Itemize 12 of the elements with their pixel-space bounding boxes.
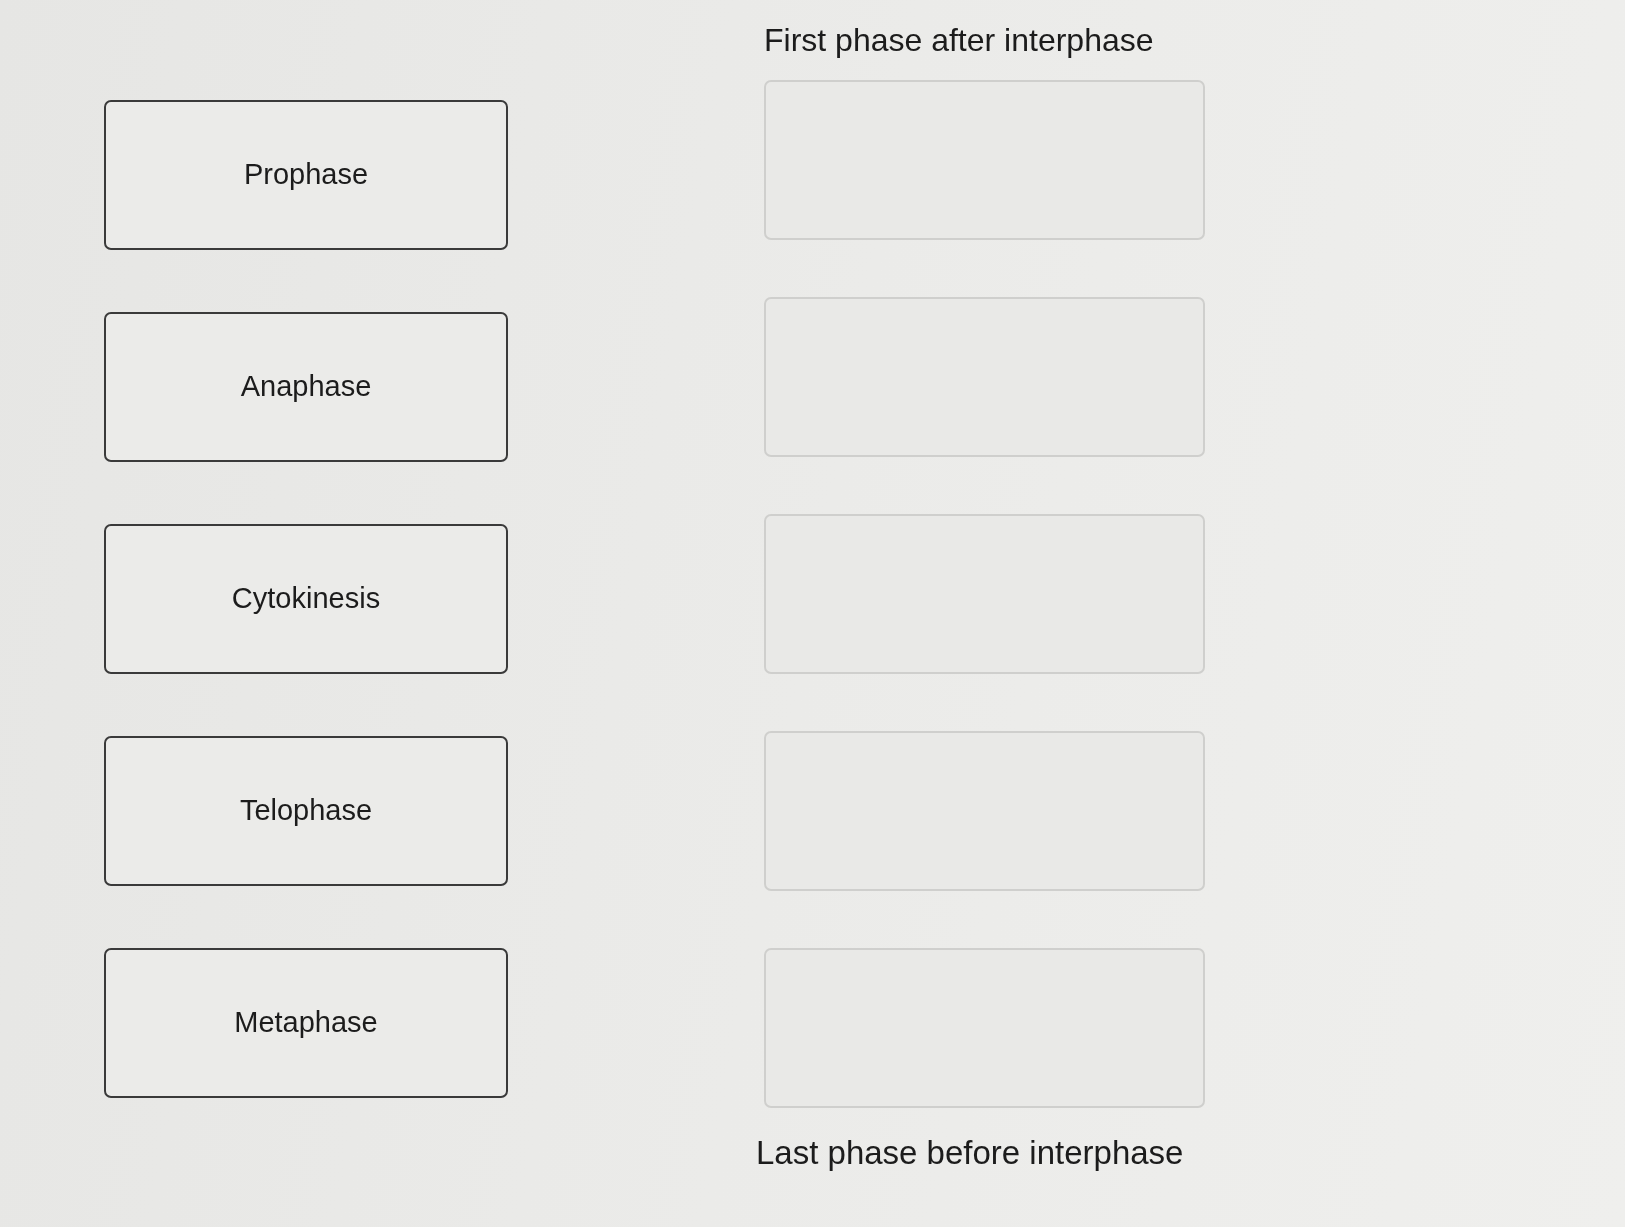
draggable-option[interactable]: Prophase	[104, 100, 508, 250]
drop-zone[interactable]	[764, 513, 1205, 674]
draggable-option[interactable]: Telophase	[104, 736, 508, 886]
draggable-option[interactable]: Metaphase	[104, 948, 508, 1098]
draggable-option[interactable]: Anaphase	[104, 312, 508, 462]
drop-zone[interactable]	[764, 79, 1205, 240]
drop-zone[interactable]	[764, 947, 1205, 1108]
drop-zone[interactable]	[764, 296, 1205, 457]
order-end-label: Last phase before interphase	[756, 1133, 1185, 1172]
drop-zone[interactable]	[764, 730, 1205, 891]
order-start-label: First phase after interphase	[764, 22, 1155, 59]
draggable-option[interactable]: Cytokinesis	[104, 524, 508, 674]
